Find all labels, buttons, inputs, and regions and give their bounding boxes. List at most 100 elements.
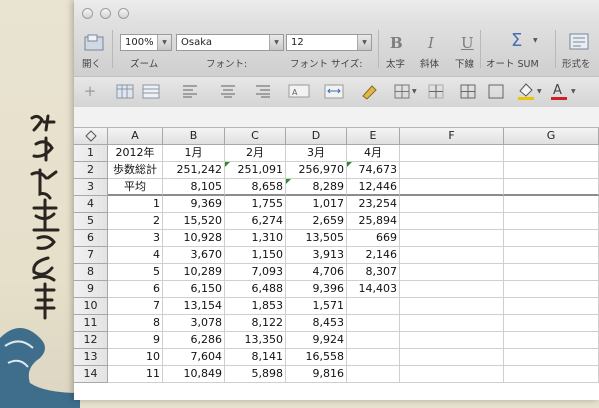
- row-header[interactable]: 7: [74, 247, 108, 264]
- table-cell[interactable]: [347, 349, 400, 366]
- table-cell[interactable]: 6,488: [225, 281, 286, 298]
- table-cell[interactable]: 74,673: [347, 162, 400, 179]
- table-cell[interactable]: [400, 298, 504, 315]
- table-cell[interactable]: [347, 315, 400, 332]
- table-cell[interactable]: 7,093: [225, 264, 286, 281]
- table-cell[interactable]: 1,853: [225, 298, 286, 315]
- table-cell[interactable]: 9,924: [286, 332, 347, 349]
- table-cell[interactable]: 25,894: [347, 213, 400, 230]
- table-cell[interactable]: 7: [108, 298, 163, 315]
- table-cell[interactable]: 7,604: [163, 349, 225, 366]
- row-header[interactable]: 4: [74, 196, 108, 213]
- font-select[interactable]: Osaka ▼: [176, 34, 284, 51]
- table-cell[interactable]: 10,928: [163, 230, 225, 247]
- table-cell[interactable]: 8,658: [225, 179, 286, 196]
- table-cell[interactable]: 10,289: [163, 264, 225, 281]
- table-cell[interactable]: 10: [108, 349, 163, 366]
- font-size-select[interactable]: 12 ▼: [286, 34, 372, 51]
- table-cell[interactable]: 4: [108, 247, 163, 264]
- table-cell[interactable]: [400, 281, 504, 298]
- border-inner-icon[interactable]: [428, 84, 444, 99]
- table-cell[interactable]: 8,289: [286, 179, 347, 196]
- table-cell[interactable]: 平均: [108, 179, 163, 196]
- table-cell[interactable]: 5,898: [225, 366, 286, 383]
- font-color-icon[interactable]: A: [550, 81, 568, 101]
- align-left-icon[interactable]: [182, 84, 198, 98]
- table-cell[interactable]: 8: [108, 315, 163, 332]
- column-header-g[interactable]: G: [504, 128, 599, 145]
- table-cell[interactable]: 4,706: [286, 264, 347, 281]
- column-header-e[interactable]: E: [347, 128, 400, 145]
- table-cell[interactable]: 2,659: [286, 213, 347, 230]
- table-cell[interactable]: [504, 162, 599, 179]
- table-cell[interactable]: 3: [108, 230, 163, 247]
- table-cell[interactable]: 8,122: [225, 315, 286, 332]
- table-cell[interactable]: [504, 264, 599, 281]
- table-cell[interactable]: 9,369: [163, 196, 225, 213]
- table-cell[interactable]: 669: [347, 230, 400, 247]
- table-cell[interactable]: [504, 179, 599, 196]
- column-header-c[interactable]: C: [225, 128, 286, 145]
- table-cell[interactable]: 3,078: [163, 315, 225, 332]
- row-header[interactable]: 5: [74, 213, 108, 230]
- underline-button[interactable]: U: [461, 34, 474, 52]
- align-right-icon[interactable]: [255, 84, 271, 98]
- table-cell[interactable]: [504, 213, 599, 230]
- table-cell[interactable]: [400, 145, 504, 162]
- table-cell[interactable]: [400, 162, 504, 179]
- table-cell[interactable]: [504, 281, 599, 298]
- table-cell[interactable]: 5: [108, 264, 163, 281]
- formula-bar[interactable]: [74, 107, 599, 128]
- merge-cells-icon[interactable]: [324, 84, 344, 99]
- row-header[interactable]: 9: [74, 281, 108, 298]
- table-cell[interactable]: [504, 230, 599, 247]
- wrap-text-icon[interactable]: A: [288, 84, 310, 98]
- table-cell[interactable]: 15,520: [163, 213, 225, 230]
- table-cell[interactable]: [504, 196, 599, 213]
- row-header[interactable]: 3: [74, 179, 108, 196]
- table-cell[interactable]: [400, 315, 504, 332]
- table-cell[interactable]: [400, 349, 504, 366]
- table-cell[interactable]: [400, 247, 504, 264]
- table-cell[interactable]: 8,105: [163, 179, 225, 196]
- select-all-corner[interactable]: [74, 128, 108, 145]
- row-header[interactable]: 14: [74, 366, 108, 383]
- table-cell[interactable]: 1,150: [225, 247, 286, 264]
- table-style-icon[interactable]: [116, 84, 134, 99]
- table-cell[interactable]: 251,242: [163, 162, 225, 179]
- italic-button[interactable]: I: [428, 34, 434, 52]
- row-header[interactable]: 10: [74, 298, 108, 315]
- row-header[interactable]: 13: [74, 349, 108, 366]
- table-cell[interactable]: 1: [108, 196, 163, 213]
- table-cell[interactable]: 8,453: [286, 315, 347, 332]
- table-cell[interactable]: 2: [108, 213, 163, 230]
- autosum-button[interactable]: Σ: [511, 30, 522, 51]
- column-header-a[interactable]: A: [108, 128, 163, 145]
- table-cell[interactable]: [347, 298, 400, 315]
- row-header[interactable]: 12: [74, 332, 108, 349]
- table-cell[interactable]: 2月: [225, 145, 286, 162]
- table-cell[interactable]: 6: [108, 281, 163, 298]
- border-grid-icon[interactable]: [460, 84, 476, 99]
- table-cell[interactable]: 10,849: [163, 366, 225, 383]
- format-icon[interactable]: [568, 32, 592, 52]
- table-cell[interactable]: 1,017: [286, 196, 347, 213]
- column-header-f[interactable]: F: [400, 128, 504, 145]
- table-cell[interactable]: 2,146: [347, 247, 400, 264]
- clear-format-icon[interactable]: [360, 82, 378, 100]
- table-style-2-icon[interactable]: [142, 84, 160, 99]
- table-cell[interactable]: 16,558: [286, 349, 347, 366]
- table-cell[interactable]: 8,141: [225, 349, 286, 366]
- table-cell[interactable]: 2012年: [108, 145, 163, 162]
- table-cell[interactable]: 歩数総計: [108, 162, 163, 179]
- table-cell[interactable]: 6,274: [225, 213, 286, 230]
- row-header[interactable]: 6: [74, 230, 108, 247]
- table-cell[interactable]: 13,505: [286, 230, 347, 247]
- table-cell[interactable]: 9,396: [286, 281, 347, 298]
- borders-icon[interactable]: [394, 84, 410, 99]
- table-cell[interactable]: 1月: [163, 145, 225, 162]
- row-header[interactable]: 2: [74, 162, 108, 179]
- table-cell[interactable]: [400, 213, 504, 230]
- align-center-icon[interactable]: [220, 84, 236, 98]
- row-header[interactable]: 1: [74, 145, 108, 162]
